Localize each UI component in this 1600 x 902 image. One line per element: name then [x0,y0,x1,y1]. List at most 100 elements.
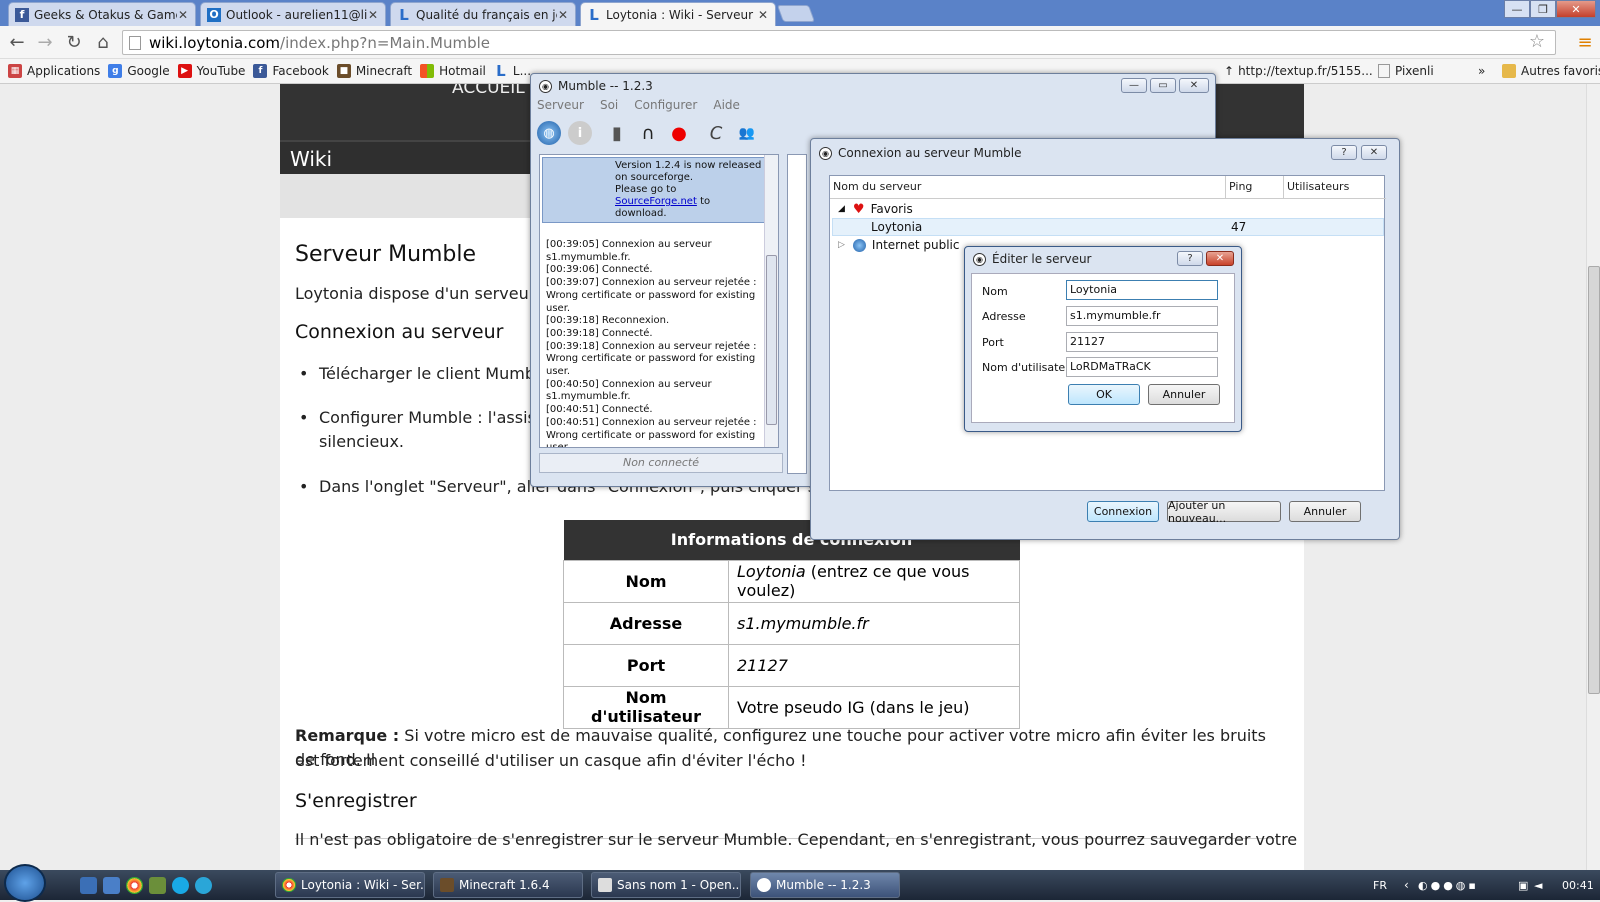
close-window-button[interactable]: ✕ [1556,0,1596,18]
bookmark-loytonia[interactable]: L L... [494,62,531,80]
close-button[interactable]: ✕ [1361,145,1387,160]
menu-icon[interactable]: ≡ [1574,31,1596,53]
start-button[interactable] [4,864,46,902]
edit-form: Nom Loytonia Adresse s1.mymumble.fr Port… [971,273,1235,423]
close-tab-icon[interactable]: ✕ [177,8,189,22]
close-tab-icon[interactable]: ✕ [557,8,569,22]
home-icon[interactable]: ⌂ [92,31,114,53]
page-scrollbar[interactable] [1586,84,1600,870]
show-desktop-icon[interactable] [80,877,97,894]
volume-icon[interactable]: ◄ [1534,870,1542,900]
page-icon [129,35,141,50]
bookmark-facebook[interactable]: f Facebook [253,64,329,78]
back-arrow-icon[interactable]: ← [6,31,28,53]
app-icon[interactable] [195,877,212,894]
headphones-icon[interactable]: ∩ [636,121,660,145]
tab-loytonia-wiki[interactable]: L Loytonia : Wiki - Serveur M ✕ [580,2,776,26]
row-value: Loytonia [737,562,806,581]
minimize-button[interactable]: — [1504,0,1530,18]
log-line: [00:40:51] Connecté. [546,404,653,416]
users-icon[interactable]: 👥 [735,121,759,145]
explorer-icon[interactable] [103,877,120,894]
tree-favorites[interactable]: ◢ ♥ Favoris [838,200,913,218]
task-openoffice[interactable]: Sans nom 1 - Open... [591,872,741,898]
bookmark-textup[interactable]: ↑ http://textup.fr/5155... [1224,64,1373,78]
sourceforge-link[interactable]: SourceForge.net [615,196,697,207]
windows-taskbar: Loytonia : Wiki - Ser... Minecraft 1.6.4… [0,864,1600,902]
expand-arrow-icon[interactable]: ◢ [838,204,845,214]
close-button[interactable]: ✕ [1179,78,1209,93]
task-mumble[interactable]: Mumble -- 1.2.3 [750,872,900,898]
bookmark-youtube[interactable]: ▶ YouTube [177,64,245,78]
menu-aide[interactable]: Aide [713,98,740,112]
maximize-button[interactable]: ▭ [1150,78,1176,93]
username-field[interactable]: LoRDMaTRaCK [1066,357,1218,377]
bookmark-applications[interactable]: ▦ Applications [8,64,100,78]
bookmark-minecraft[interactable]: ■ Minecraft [336,64,412,78]
bookmark-hotmail[interactable]: Hotmail [420,64,486,78]
log-scrollbar[interactable] [764,155,778,447]
new-tab-button[interactable] [776,5,816,22]
skype-icon[interactable] [172,877,189,894]
ok-button[interactable]: OK [1068,384,1140,405]
document-icon [598,878,612,892]
info-icon[interactable]: i [568,121,592,145]
tray-icons[interactable]: ◐●●◍▪ [1418,870,1479,900]
column-users[interactable]: Utilisateurs [1284,176,1384,198]
connect-globe-icon[interactable]: ◍ [537,121,561,145]
menu-serveur[interactable]: Serveur [537,98,584,112]
chat-log: Version 1.2.4 is now released on sourcef… [539,154,779,448]
tab-qualite-francais[interactable]: L Qualité du français en jeu ✕ [390,2,576,26]
task-minecraft[interactable]: Minecraft 1.6.4 [433,872,583,898]
update-notice: Version 1.2.4 is now released on sourcef… [542,157,776,223]
add-new-button[interactable]: Ajouter un nouveau... [1167,499,1281,525]
tray-expand-icon[interactable]: ‹ [1404,870,1409,900]
column-server-name[interactable]: Nom du serveur [830,176,1226,198]
log-line: [00:40:50] Connexion au serveur [546,378,712,390]
name-field[interactable]: Loytonia [1066,280,1218,300]
network-icon[interactable]: ▣ [1518,870,1528,900]
menu-soi[interactable]: Soi [600,98,618,112]
column-ping[interactable]: Ping [1226,176,1284,198]
menu-configurer[interactable]: Configurer [634,98,697,112]
bookmark-google[interactable]: g Google [108,64,170,78]
server-row-loytonia[interactable]: Loytonia 47 [832,218,1384,236]
log-line: [00:39:07] Connexion au serveur rejetée … [546,277,757,289]
minecraft-icon[interactable] [149,877,166,894]
chevron-more-icon: » [1478,64,1486,78]
help-button[interactable]: ? [1331,145,1357,160]
nav-home-link[interactable]: ACCUEIL [452,84,525,98]
scrollbar-thumb[interactable] [1588,266,1600,694]
close-tab-icon[interactable]: ✕ [757,8,769,22]
connect-button[interactable]: Connexion [1087,501,1159,522]
forward-arrow-icon[interactable]: → [34,31,56,53]
tab-geeks-otakus[interactable]: f Geeks & Otakus & Gamer ✕ [8,2,196,26]
tab-outlook[interactable]: O Outlook - aurelien11@live ✕ [200,2,386,26]
collapse-arrow-icon[interactable]: ▷ [838,240,845,250]
url-field[interactable]: wiki.loytonia.com/index.php?n=Main.Mumbl… [122,30,1556,55]
scrollbar-thumb[interactable] [766,255,777,425]
row-key: Nom d'utilisateur [563,685,729,729]
cancel-button[interactable]: Annuler [1148,384,1220,405]
reload-icon[interactable]: ↻ [63,31,85,53]
bookmarks-overflow[interactable]: » [1478,64,1485,78]
comment-icon[interactable]: C [704,121,728,145]
close-button[interactable]: ✕ [1206,251,1234,266]
language-indicator[interactable]: FR [1373,870,1387,900]
address-field[interactable]: s1.mymumble.fr [1066,306,1218,326]
bookmark-other[interactable]: Autres favoris [1502,64,1600,78]
task-chrome[interactable]: Loytonia : Wiki - Ser... [275,872,425,898]
restore-button[interactable]: ❐ [1530,0,1556,18]
bookmark-pixenli[interactable]: Pixenli [1378,64,1434,78]
close-tab-icon[interactable]: ✕ [367,8,379,22]
bookmark-star-icon[interactable]: ☆ [1529,31,1545,52]
microphone-icon[interactable]: ▮ [605,121,629,145]
minimize-button[interactable]: — [1121,78,1147,93]
record-icon[interactable]: ● [667,121,691,145]
tree-internet-public[interactable]: ▷ Internet public [838,236,960,254]
cancel-button[interactable]: Annuler [1289,501,1361,522]
help-button[interactable]: ? [1177,251,1203,266]
chrome-icon[interactable] [126,877,143,894]
row-key: Nom [563,559,729,603]
port-field[interactable]: 21127 [1066,332,1218,352]
